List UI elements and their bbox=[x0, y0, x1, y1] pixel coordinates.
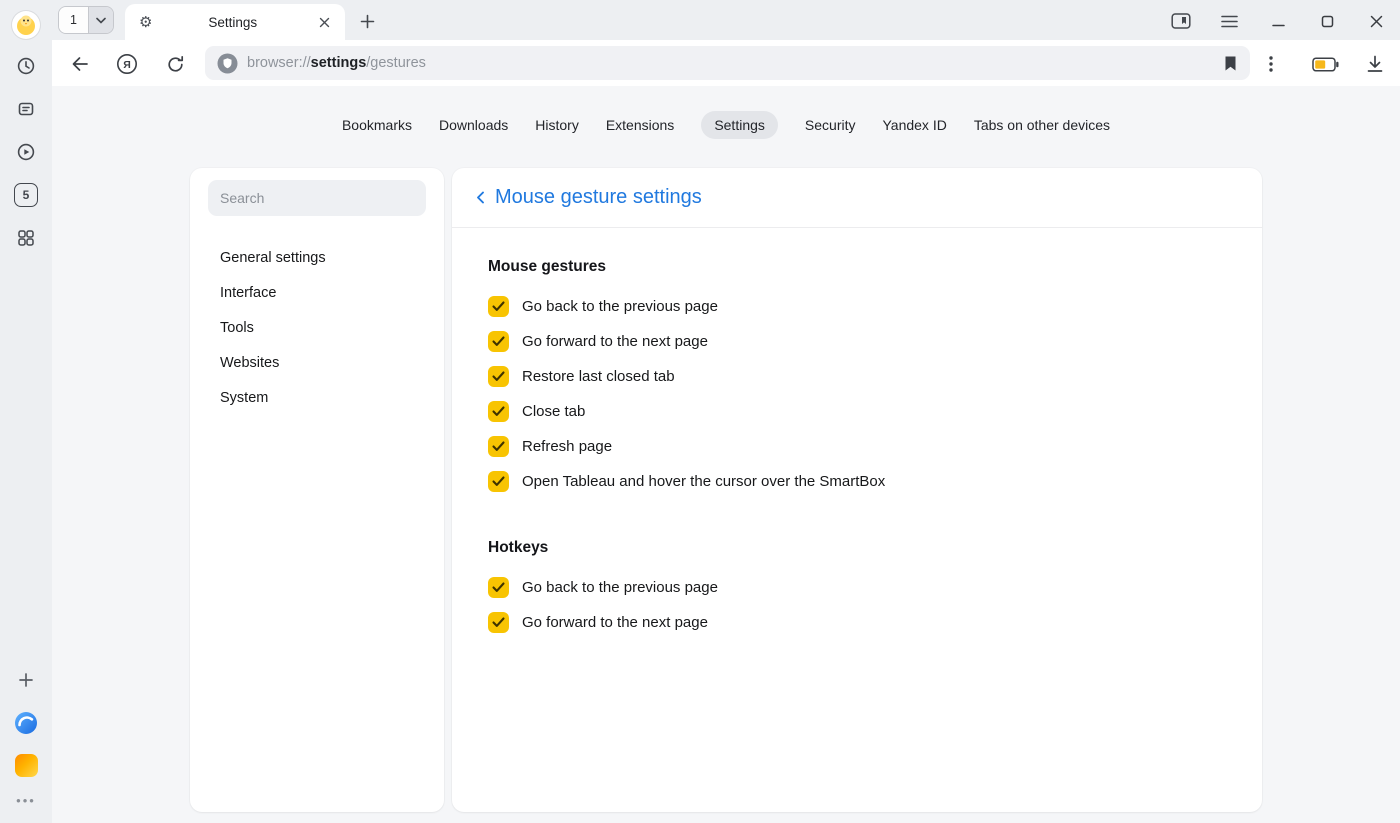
sidebar-item-websites[interactable]: Websites bbox=[190, 345, 444, 380]
url-path: /gestures bbox=[366, 55, 426, 71]
close-button[interactable] bbox=[1363, 8, 1389, 34]
mail-logo-icon[interactable] bbox=[0, 744, 52, 787]
section-heading: Mouse gestures bbox=[488, 258, 1226, 276]
tab-title: Settings bbox=[152, 15, 313, 30]
option-label: Go forward to the next page bbox=[522, 614, 708, 631]
option-label: Refresh page bbox=[522, 438, 612, 455]
more-options-icon[interactable]: ••• bbox=[0, 787, 52, 813]
search-input[interactable] bbox=[208, 180, 426, 216]
settings-section-list: General settings Interface Tools Website… bbox=[190, 240, 444, 415]
ellipsis-icon: ••• bbox=[16, 793, 36, 808]
nav-bookmarks[interactable]: Bookmarks bbox=[342, 111, 412, 139]
settings-sidebar-card: General settings Interface Tools Website… bbox=[190, 168, 444, 812]
tab-counter[interactable]: 5 bbox=[0, 173, 52, 216]
option-label: Go back to the previous page bbox=[522, 579, 718, 596]
option-close-tab[interactable]: Close tab bbox=[488, 394, 1226, 429]
option-label: Go forward to the next page bbox=[522, 333, 708, 350]
nav-security[interactable]: Security bbox=[805, 111, 856, 139]
battery-icon[interactable] bbox=[1310, 51, 1340, 77]
avatar bbox=[12, 11, 40, 39]
checkbox-checked[interactable] bbox=[488, 401, 509, 422]
section-hotkeys: Hotkeys Go back to the previous page Go … bbox=[488, 539, 1226, 640]
settings-page: Bookmarks Downloads History Extensions S… bbox=[52, 86, 1400, 823]
download-icon[interactable] bbox=[1362, 51, 1388, 77]
url-text: browser://settings/gestures bbox=[247, 55, 426, 71]
profile-avatar[interactable] bbox=[0, 6, 52, 44]
gear-icon: ⚙ bbox=[139, 15, 152, 30]
new-tab-button[interactable] bbox=[355, 9, 379, 33]
url-host: settings bbox=[311, 55, 367, 71]
settings-top-nav: Bookmarks Downloads History Extensions S… bbox=[342, 110, 1110, 140]
checkbox-checked[interactable] bbox=[488, 612, 509, 633]
svg-text:Я: Я bbox=[123, 59, 131, 71]
protect-shield-icon bbox=[217, 53, 238, 74]
option-label: Go back to the previous page bbox=[522, 298, 718, 315]
services-grid-icon[interactable] bbox=[0, 216, 52, 259]
url-prefix: browser:// bbox=[247, 55, 311, 71]
add-panel-icon[interactable] bbox=[0, 658, 52, 701]
section-mouse-gestures: Mouse gestures Go back to the previous p… bbox=[488, 258, 1226, 499]
page-body: Mouse gestures Go back to the previous p… bbox=[452, 228, 1262, 676]
mail-logo bbox=[15, 754, 38, 777]
gesture-settings-card: Mouse gesture settings Mouse gestures Go… bbox=[452, 168, 1262, 812]
nav-history[interactable]: History bbox=[535, 111, 579, 139]
hotkey-go-forward[interactable]: Go forward to the next page bbox=[488, 605, 1226, 640]
option-restore-tab[interactable]: Restore last closed tab bbox=[488, 359, 1226, 394]
nav-downloads[interactable]: Downloads bbox=[439, 111, 508, 139]
tab-close-icon[interactable] bbox=[313, 11, 335, 33]
checkbox-checked[interactable] bbox=[488, 366, 509, 387]
option-go-forward[interactable]: Go forward to the next page bbox=[488, 324, 1226, 359]
option-refresh-page[interactable]: Refresh page bbox=[488, 429, 1226, 464]
tab-bar: 1 ⚙ Settings bbox=[52, 0, 1400, 40]
nav-extensions[interactable]: Extensions bbox=[606, 111, 674, 139]
checkbox-checked[interactable] bbox=[488, 471, 509, 492]
nav-settings[interactable]: Settings bbox=[701, 111, 778, 139]
option-label: Restore last closed tab bbox=[522, 368, 675, 385]
option-open-tableau[interactable]: Open Tableau and hover the cursor over t… bbox=[488, 464, 1226, 499]
sidebar-panel-icon[interactable] bbox=[1168, 8, 1194, 34]
page-header: Mouse gesture settings bbox=[452, 168, 1262, 228]
browser-logo-icon[interactable] bbox=[0, 701, 52, 744]
yandex-search-icon[interactable]: Я bbox=[114, 51, 140, 77]
search-wrap bbox=[190, 180, 444, 216]
checkbox-checked[interactable] bbox=[488, 296, 509, 317]
hotkey-go-back[interactable]: Go back to the previous page bbox=[488, 570, 1226, 605]
history-icon[interactable] bbox=[0, 44, 52, 87]
minimize-button[interactable] bbox=[1265, 8, 1291, 34]
tab-count-badge: 5 bbox=[14, 183, 38, 207]
kebab-menu-icon[interactable] bbox=[1258, 51, 1284, 77]
sidebar-item-system[interactable]: System bbox=[190, 380, 444, 415]
sidebar-item-interface[interactable]: Interface bbox=[190, 275, 444, 310]
sidebar-item-tools[interactable]: Tools bbox=[190, 310, 444, 345]
url-field[interactable]: browser://settings/gestures bbox=[205, 46, 1250, 80]
checkbox-checked[interactable] bbox=[488, 331, 509, 352]
option-label: Close tab bbox=[522, 403, 585, 420]
sidebar-item-general-settings[interactable]: General settings bbox=[190, 240, 444, 275]
checkbox-checked[interactable] bbox=[488, 436, 509, 457]
section-heading: Hotkeys bbox=[488, 539, 1226, 557]
back-chevron-icon[interactable] bbox=[473, 190, 488, 205]
menu-icon[interactable] bbox=[1216, 8, 1242, 34]
address-bar: Я browser://settings/gestures bbox=[52, 40, 1400, 86]
back-icon[interactable] bbox=[67, 51, 93, 77]
video-icon[interactable] bbox=[0, 130, 52, 173]
page-title[interactable]: Mouse gesture settings bbox=[495, 186, 702, 209]
left-rail: 5 ••• bbox=[0, 0, 52, 823]
checkbox-checked[interactable] bbox=[488, 577, 509, 598]
collections-icon[interactable] bbox=[0, 87, 52, 130]
tab-group-button[interactable]: 1 bbox=[58, 6, 114, 34]
tab-settings[interactable]: ⚙ Settings bbox=[125, 4, 345, 40]
nav-yandex-id[interactable]: Yandex ID bbox=[882, 111, 946, 139]
reload-icon[interactable] bbox=[162, 51, 188, 77]
option-label: Open Tableau and hover the cursor over t… bbox=[522, 473, 885, 490]
chevron-down-icon[interactable] bbox=[88, 7, 113, 33]
bookmark-icon[interactable] bbox=[1223, 55, 1238, 72]
nav-tabs-other-devices[interactable]: Tabs on other devices bbox=[974, 111, 1110, 139]
maximize-button[interactable] bbox=[1314, 8, 1340, 34]
option-go-back[interactable]: Go back to the previous page bbox=[488, 289, 1226, 324]
tab-group-count: 1 bbox=[59, 7, 88, 33]
cards-row: General settings Interface Tools Website… bbox=[190, 168, 1262, 812]
